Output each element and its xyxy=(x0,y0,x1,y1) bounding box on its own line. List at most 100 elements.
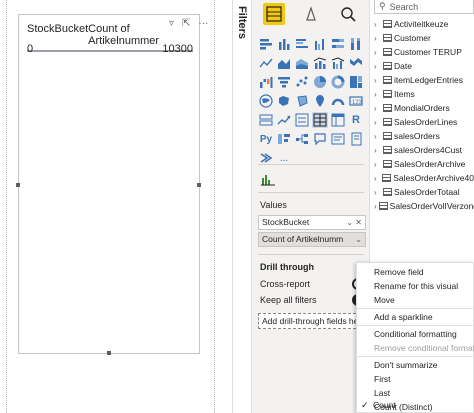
resize-handle[interactable] xyxy=(197,183,201,187)
smart-narrative-icon[interactable] xyxy=(330,131,346,147)
clustered-column-chart-icon[interactable] xyxy=(312,36,328,52)
scatter-chart-icon[interactable] xyxy=(294,74,310,90)
slicer-icon[interactable] xyxy=(294,112,310,128)
matrix-icon[interactable] xyxy=(330,112,346,128)
filled-map-icon[interactable] xyxy=(276,93,292,109)
drill-through-drop-zone[interactable]: Add drill-through fields here xyxy=(258,313,366,329)
stacked-area-chart-icon[interactable] xyxy=(294,55,310,71)
field-table-item[interactable]: › Customer TERUP xyxy=(374,45,474,59)
ribbon-chart-icon[interactable] xyxy=(348,55,364,71)
area-chart-icon[interactable] xyxy=(276,55,292,71)
line-and-column-chart-icon[interactable] xyxy=(312,55,328,71)
format-paintbrush-icon[interactable] xyxy=(300,3,322,25)
table-icon xyxy=(383,20,392,28)
table-icon xyxy=(383,90,392,98)
resize-handle[interactable] xyxy=(107,351,111,355)
funnel-chart-icon[interactable] xyxy=(276,74,292,90)
table-icon xyxy=(383,188,392,196)
analytics-magnifier-icon[interactable] xyxy=(337,3,359,25)
menu-item-remove-field[interactable]: Remove field xyxy=(357,265,474,279)
menu-separator xyxy=(357,325,474,326)
field-well-count[interactable]: Count of Artikelnumm ⌄ xyxy=(258,232,366,247)
field-list: › Activiteitkeuze › Customer › Customer TER… xyxy=(374,17,474,213)
menu-item-move[interactable]: Move xyxy=(357,293,474,307)
build-visual-icon[interactable] xyxy=(263,3,286,25)
field-table-item[interactable]: ›SalesOrderVolIVerzonden xyxy=(374,199,474,213)
stacked-column-chart-icon[interactable] xyxy=(276,36,292,52)
field-table-item[interactable]: › SalesOrderLines xyxy=(374,115,474,129)
menu-item-first[interactable]: First xyxy=(357,372,474,386)
table-icon xyxy=(383,146,392,154)
canvas-gridline xyxy=(214,0,215,413)
well-controls[interactable]: ⌄ ✕ xyxy=(346,216,362,229)
field-table-item[interactable]: › MondialOrders xyxy=(374,101,474,115)
field-table-item[interactable]: › Date xyxy=(374,59,474,73)
pie-chart-icon[interactable] xyxy=(312,74,328,90)
table-icon xyxy=(383,132,392,140)
paginated-report-icon[interactable] xyxy=(348,131,364,147)
fields-search[interactable]: ⚲ Search xyxy=(374,0,474,14)
field-table-item[interactable]: › Items xyxy=(374,87,474,101)
cross-report-label: Cross-report xyxy=(260,279,311,289)
filters-pane-collapsed[interactable]: Filters xyxy=(232,0,252,413)
divider xyxy=(258,192,364,193)
field-table-item[interactable]: › SalesOrderTotaal xyxy=(374,185,474,199)
chevron-right-icon: › xyxy=(374,173,377,183)
resize-handle[interactable] xyxy=(16,183,20,187)
field-table-item[interactable]: › SalesOrderArchive40 xyxy=(374,171,474,185)
chevron-right-icon: › xyxy=(374,145,377,155)
chevron-right-icon: › xyxy=(374,103,377,113)
field-well-label: Count of Artikelnumm xyxy=(262,234,344,244)
multi-row-card-icon[interactable] xyxy=(258,112,274,128)
divider xyxy=(258,164,364,165)
100-stacked-column-icon[interactable] xyxy=(348,36,364,52)
azure-map-icon[interactable] xyxy=(312,93,328,109)
field-table-item[interactable]: › salesOrders xyxy=(374,129,474,143)
values-label: Values xyxy=(260,200,287,210)
clustered-bar-chart-icon[interactable] xyxy=(294,36,310,52)
field-table-item[interactable]: › SalesOrderArchive xyxy=(374,157,474,171)
menu-separator xyxy=(357,308,474,309)
shape-map-icon[interactable] xyxy=(294,93,310,109)
field-table-item[interactable]: › salesOrders4Cust xyxy=(374,143,474,157)
stacked-bar-chart-icon[interactable] xyxy=(258,36,274,52)
field-table-item[interactable]: › Activiteitkeuze xyxy=(374,17,474,31)
100-stacked-bar-icon[interactable] xyxy=(330,36,346,52)
qa-visual-icon[interactable] xyxy=(312,131,328,147)
table-icon xyxy=(383,118,392,126)
map-icon[interactable] xyxy=(258,93,274,109)
card-icon[interactable]: 123 xyxy=(348,93,364,109)
more-options-icon[interactable]: ··· xyxy=(198,18,208,29)
chevron-down-icon[interactable]: ⌄ xyxy=(355,233,362,246)
search-input[interactable]: Search xyxy=(390,2,419,12)
gauge-icon[interactable] xyxy=(330,93,346,109)
field-table-item[interactable]: › Customer xyxy=(374,31,474,45)
key-influencers-icon[interactable] xyxy=(276,131,292,147)
table-visual[interactable]: ▿ ⇱ ··· StockBucket Count of Artikelnumm… xyxy=(16,14,208,355)
kpi-icon[interactable] xyxy=(276,112,292,128)
chevron-right-icon: › xyxy=(374,61,377,71)
menu-item-conditional-formatting[interactable]: Conditional formatting xyxy=(357,327,474,341)
canvas-gridline xyxy=(6,0,7,413)
menu-item-count[interactable]: Count xyxy=(356,398,474,412)
report-canvas[interactable]: ▿ ⇱ ··· StockBucket Count of Artikelnumm… xyxy=(0,0,230,413)
field-well-stockbucket[interactable]: StockBucket ⌄ ✕ xyxy=(258,215,366,230)
decomposition-tree-icon[interactable] xyxy=(294,131,310,147)
donut-chart-icon[interactable] xyxy=(330,74,346,90)
line-and-clustered-column-icon[interactable] xyxy=(330,55,346,71)
filters-label: Filters xyxy=(236,6,248,40)
r-script-visual-icon[interactable]: R xyxy=(348,112,364,128)
field-table-item[interactable]: › itemLedgerEntries xyxy=(374,73,474,87)
menu-separator xyxy=(357,356,474,357)
custom-visual-icon[interactable] xyxy=(261,172,275,186)
table-icon[interactable] xyxy=(312,112,328,128)
menu-item-add-sparkline[interactable]: Add a sparkline xyxy=(357,310,474,324)
waterfall-chart-icon[interactable] xyxy=(258,74,274,90)
visualizations-pane: 123 R Py ... Values StockBucket ⌄ ✕ Coun… xyxy=(252,0,370,413)
treemap-icon[interactable] xyxy=(348,74,364,90)
menu-item-rename[interactable]: Rename for this visual xyxy=(357,279,474,293)
menu-item-dont-summarize[interactable]: Don't summarize xyxy=(357,358,474,372)
chevron-right-icon: › xyxy=(374,201,377,211)
python-visual-icon[interactable]: Py xyxy=(258,131,274,147)
line-chart-icon[interactable] xyxy=(258,55,274,71)
